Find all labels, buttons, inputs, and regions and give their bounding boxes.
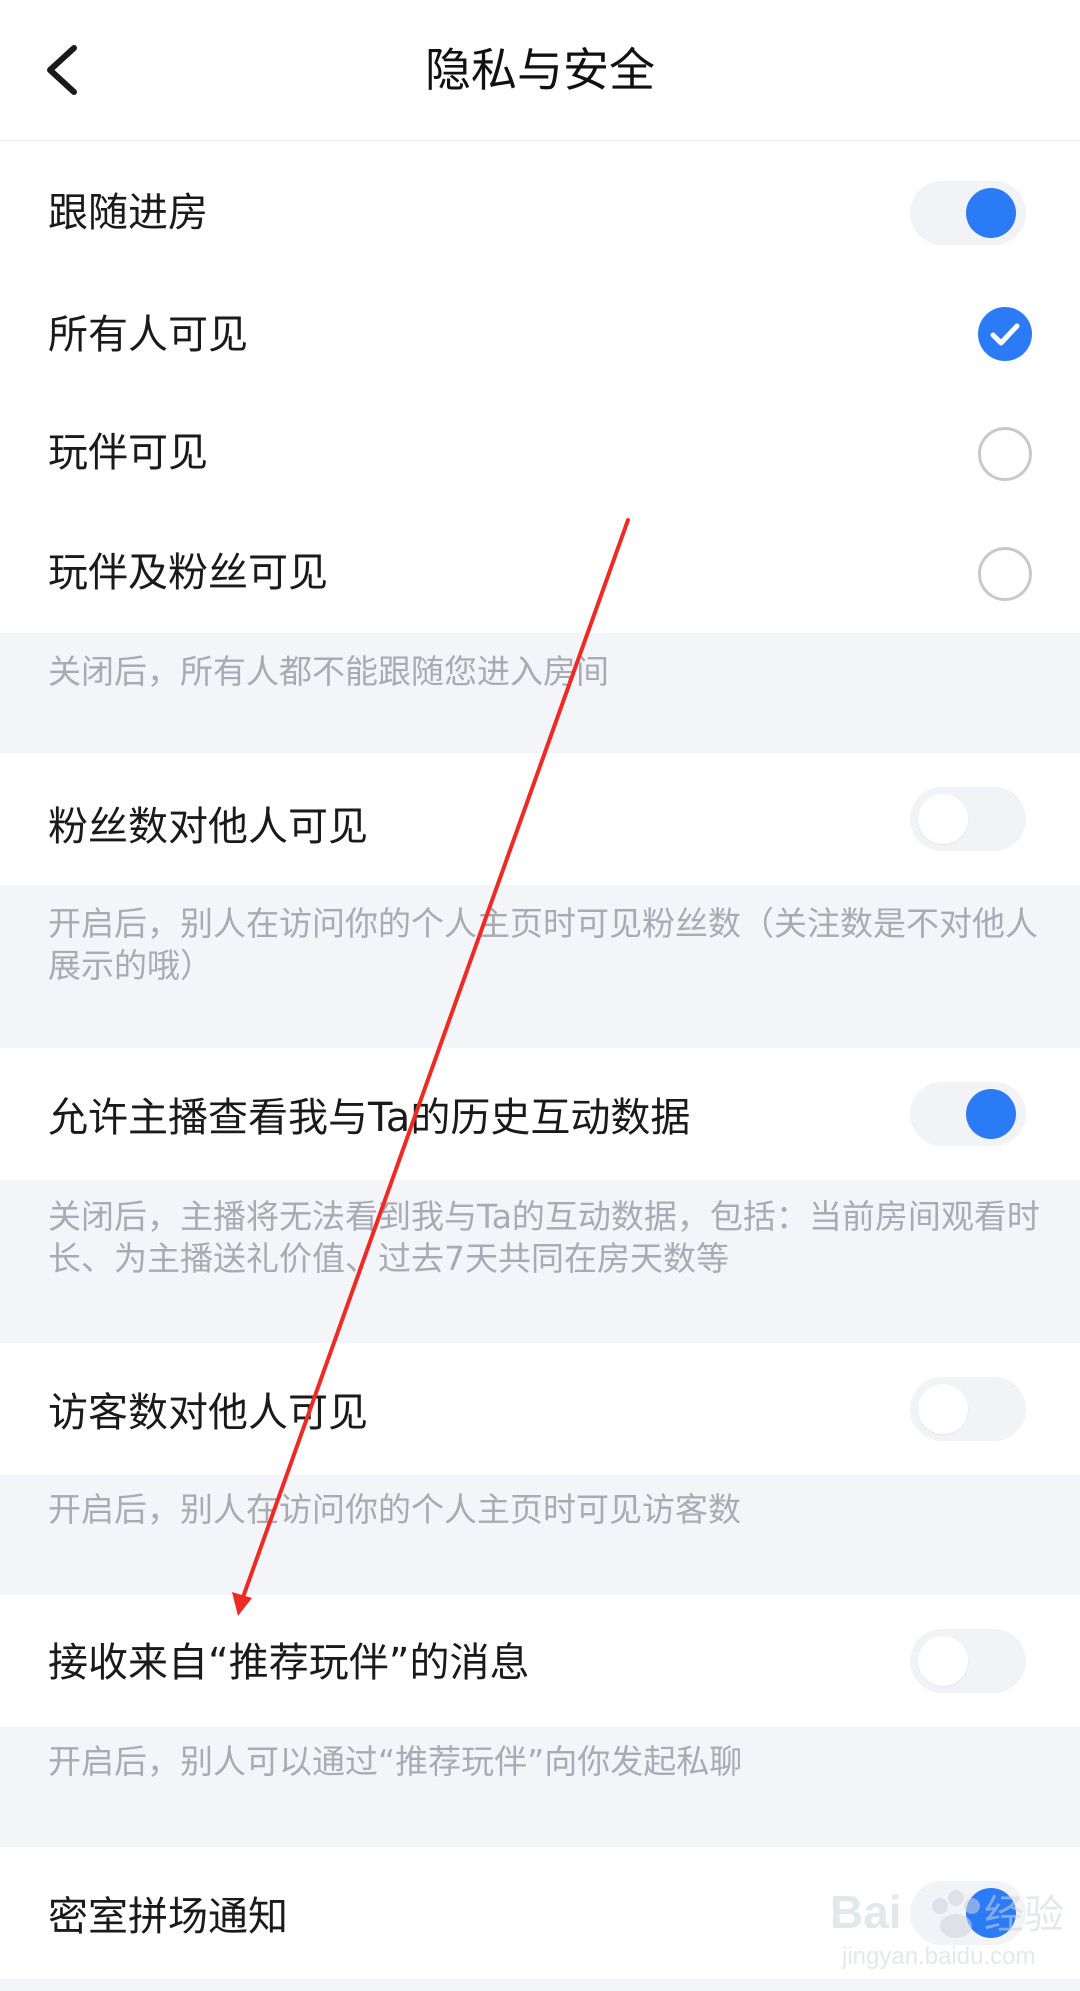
setting-label: 密室拼场通知 xyxy=(48,1894,288,1940)
svg-text:jingyan.baidu.com: jingyan.baidu.com xyxy=(841,1943,1035,1970)
setting-row-visitors-visible: 访客数对他人可见 xyxy=(0,1343,1080,1475)
toggle-knob xyxy=(966,1089,1016,1139)
setting-row-follow-room: 跟随进房 xyxy=(0,141,1080,271)
checkmark-icon xyxy=(990,323,1020,346)
setting-label: 允许主播查看我与Ta的历史互动数据 xyxy=(48,1095,691,1141)
recommend-messages-toggle[interactable] xyxy=(910,1629,1026,1693)
option-label: 所有人可见 xyxy=(48,312,248,358)
radio-selected[interactable] xyxy=(978,307,1032,361)
toggle-knob xyxy=(918,1636,968,1686)
fans-visible-toggle[interactable] xyxy=(910,787,1026,851)
description-text: 开启后，别人可以通过“推荐玩伴”向你发起私聊 xyxy=(48,1742,743,1781)
svg-text:Bai: Bai xyxy=(830,1886,902,1938)
setting-label: 跟随进房 xyxy=(48,190,208,236)
visibility-option-everyone[interactable]: 所有人可见 xyxy=(0,271,1080,391)
svg-text:经验: 经验 xyxy=(984,1892,1062,1938)
setting-row-fans-visible: 粉丝数对他人可见 xyxy=(0,753,1080,885)
description-text: 开启后，别人在访问你的个人主页时可见访客数 xyxy=(48,1490,741,1529)
description-host-history: 关闭后，主播将无法看到我与Ta的互动数据，包括：当前房间观看时长、为主播送礼价值… xyxy=(0,1180,1080,1343)
toggle-knob xyxy=(966,188,1016,238)
description-fans-visible: 开启后，别人在访问你的个人主页时可见粉丝数（关注数是不对他人展示的哦） xyxy=(0,885,1080,1048)
follow-room-toggle[interactable] xyxy=(910,181,1026,245)
host-history-toggle[interactable] xyxy=(910,1082,1026,1146)
setting-row-host-history: 允许主播查看我与Ta的历史互动数据 xyxy=(0,1048,1080,1180)
visibility-option-playmates-fans[interactable]: 玩伴及粉丝可见 xyxy=(0,511,1080,633)
watermark: Bai 经验 jingyan.baidu.com xyxy=(822,1868,1064,1978)
description-visitors-visible: 开启后，别人在访问你的个人主页时可见访客数 xyxy=(0,1475,1080,1595)
description-text: 关闭后，所有人都不能跟随您进入房间 xyxy=(48,652,609,691)
description-recommend-messages: 开启后，别人可以通过“推荐玩伴”向你发起私聊 xyxy=(0,1727,1080,1847)
bottom-spacer xyxy=(0,1979,1080,1991)
toggle-knob xyxy=(918,794,968,844)
radio-unselected[interactable] xyxy=(978,547,1032,601)
description-text: 关闭后，主播将无法看到我与Ta的互动数据，包括：当前房间观看时长、为主播送礼价值… xyxy=(48,1197,1040,1278)
toggle-knob xyxy=(918,1384,968,1434)
visitors-visible-toggle[interactable] xyxy=(910,1377,1026,1441)
description-follow-room: 关闭后，所有人都不能跟随您进入房间 xyxy=(0,633,1080,753)
navigation-bar: 隐私与安全 xyxy=(0,0,1080,141)
option-label: 玩伴可见 xyxy=(48,430,208,476)
setting-row-recommend-messages: 接收来自“推荐玩伴”的消息 xyxy=(0,1595,1080,1727)
radio-unselected[interactable] xyxy=(978,427,1032,481)
description-text: 开启后，别人在访问你的个人主页时可见粉丝数（关注数是不对他人展示的哦） xyxy=(48,904,1038,985)
baidu-paw-logo: Bai 经验 jingyan.baidu.com xyxy=(830,1886,1064,1970)
visibility-option-playmates[interactable]: 玩伴可见 xyxy=(0,391,1080,511)
setting-label: 访客数对他人可见 xyxy=(48,1390,368,1436)
setting-label: 粉丝数对他人可见 xyxy=(48,804,368,850)
setting-label: 接收来自“推荐玩伴”的消息 xyxy=(48,1640,530,1686)
option-label: 玩伴及粉丝可见 xyxy=(48,550,328,596)
page-title: 隐私与安全 xyxy=(425,43,655,97)
